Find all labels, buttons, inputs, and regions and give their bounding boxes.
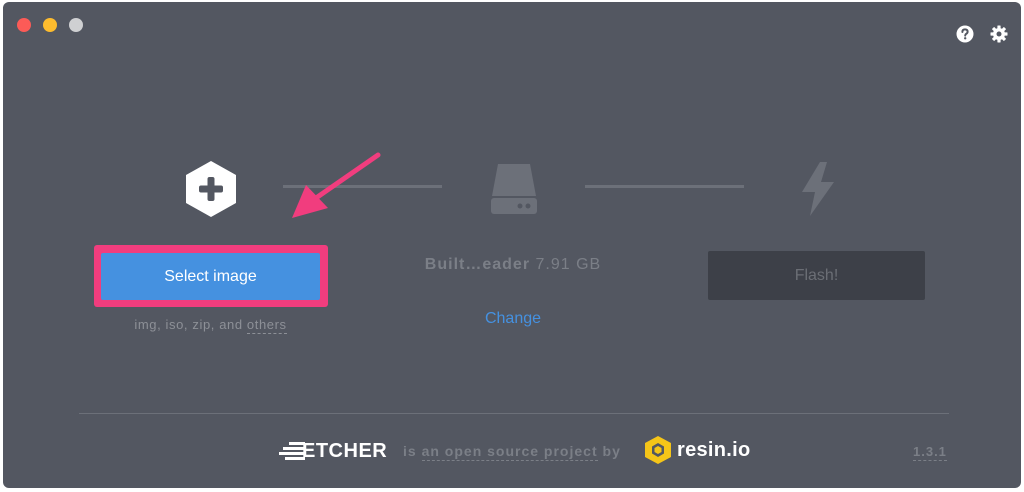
footer-divider — [79, 413, 949, 414]
step-connector — [585, 185, 744, 188]
select-image-button[interactable]: Select image — [101, 253, 320, 300]
callout-arrow-icon — [292, 152, 381, 218]
other-formats-link[interactable]: others — [246, 317, 287, 334]
flash-button[interactable]: Flash! — [708, 251, 925, 300]
resin-wordmark: resin.io — [677, 438, 751, 461]
supported-formats: img, iso, zip, and others — [101, 317, 320, 334]
etcher-wordmark: ETCHER — [302, 439, 388, 462]
resin-cube-icon — [645, 436, 671, 464]
settings-icon[interactable] — [990, 25, 1008, 43]
plus-hexagon-icon — [186, 161, 236, 217]
drive-name: Built…eader — [424, 256, 531, 273]
close-window-button[interactable] — [17, 18, 31, 32]
open-source-link[interactable]: an open source project — [421, 443, 598, 461]
footer-tagline: is an open source project by — [403, 443, 621, 461]
selected-drive: Built…eader 7.91 GB — [383, 256, 643, 274]
change-drive-link[interactable]: Change — [443, 310, 583, 328]
resin-logo[interactable]: resin.io — [644, 434, 751, 466]
tagline-suffix: by — [602, 443, 621, 459]
hard-drive-icon — [491, 164, 537, 214]
etcher-logo[interactable]: ETCHER — [279, 439, 387, 463]
minimize-window-button[interactable] — [43, 18, 57, 32]
formats-text: img, iso, zip, and — [134, 317, 243, 332]
etcher-window: Select image img, iso, zip, and others B… — [3, 2, 1021, 488]
help-icon[interactable] — [956, 25, 974, 43]
tagline-prefix: is — [403, 443, 417, 459]
maximize-window-button[interactable] — [69, 18, 83, 32]
drive-size: 7.91 GB — [535, 256, 602, 273]
version-label[interactable]: 1.3.1 — [913, 444, 947, 461]
lightning-bolt-icon — [802, 162, 834, 216]
